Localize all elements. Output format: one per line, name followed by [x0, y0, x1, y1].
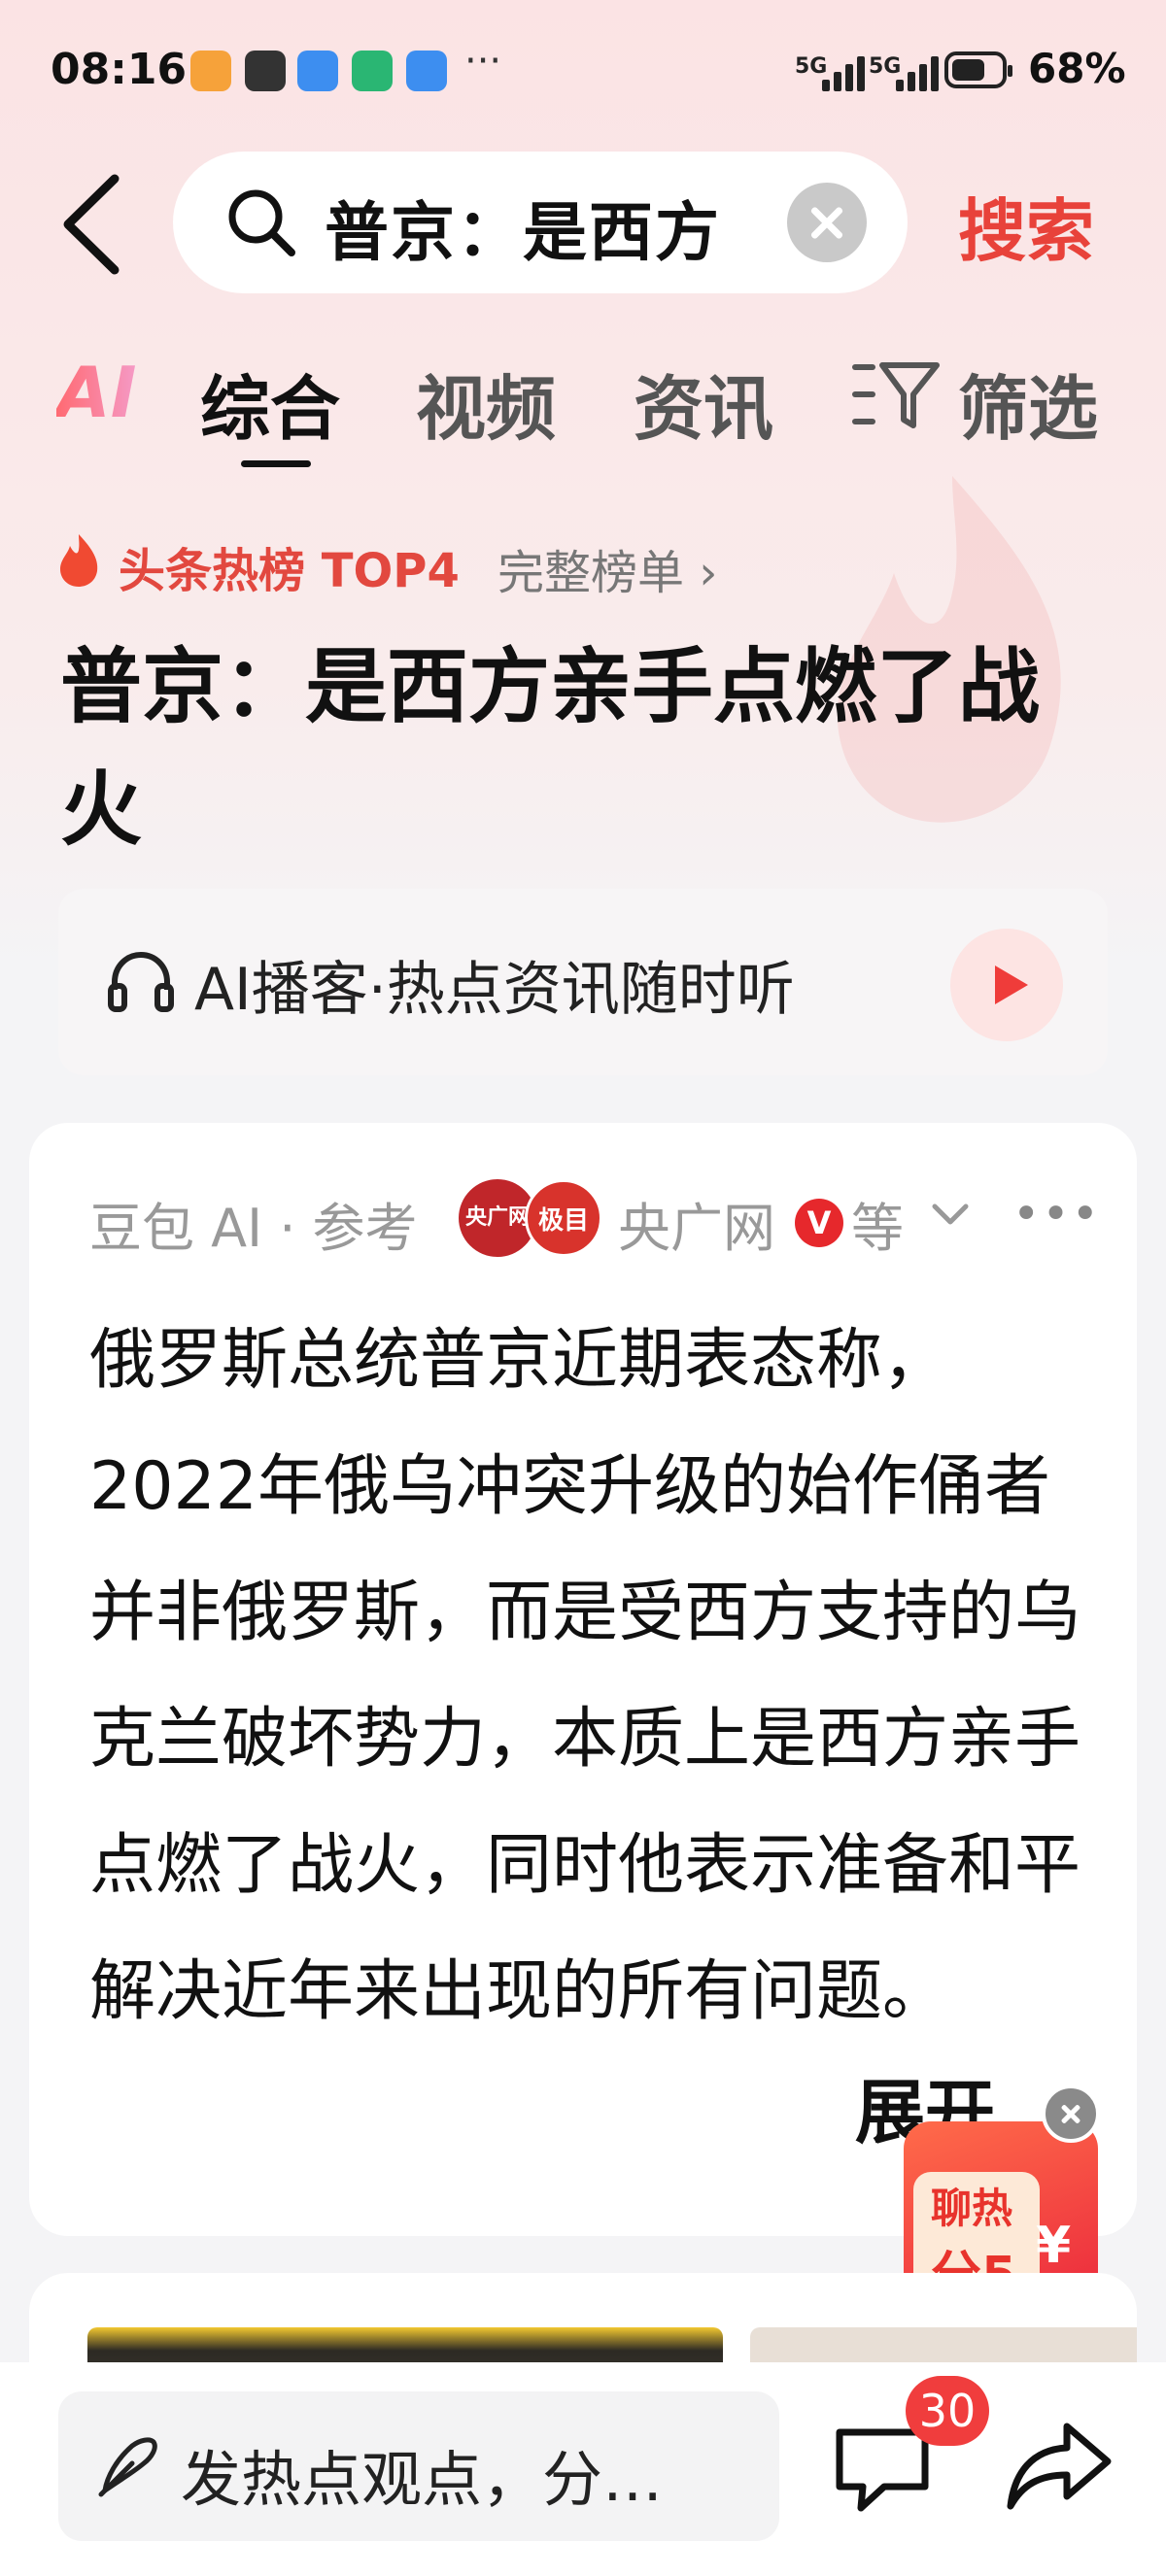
tab-video[interactable]: 视频 — [416, 352, 556, 454]
battery-percent: 68% — [1028, 45, 1126, 92]
chevron-down-icon[interactable] — [931, 1201, 970, 1230]
verified-badge-icon: V — [795, 1199, 843, 1247]
full-list-link[interactable]: 完整榜单 › — [497, 534, 717, 602]
status-bar: 08:16 ··· 5G 5G 68% — [0, 0, 1166, 146]
headphone-icon — [108, 951, 174, 1012]
battery-level — [952, 59, 984, 81]
tab-ai[interactable]: AI — [56, 352, 137, 433]
clear-search-button[interactable] — [787, 183, 867, 262]
app-notification-icon — [190, 51, 231, 91]
active-tab-indicator — [241, 460, 311, 467]
battery-icon — [944, 51, 1012, 88]
tab-news[interactable]: 资讯 — [634, 352, 773, 454]
jimu-logo[interactable]: 极目 — [525, 1179, 602, 1257]
play-button[interactable] — [950, 929, 1063, 1041]
browser-notification-icon — [297, 51, 338, 91]
tab-comprehensive[interactable]: 综合 — [200, 352, 340, 454]
comment-placeholder: 发热点观点，分… — [181, 2444, 664, 2515]
ai-source-label: 豆包 AI · 参考 — [89, 1198, 418, 1259]
page-title: 普京：是西方亲手点燃了战火 — [60, 639, 1041, 857]
promo-line1: 聊热 — [931, 2185, 1013, 2232]
search-icon — [228, 189, 295, 256]
status-time: 08:16 — [51, 45, 188, 94]
more-options-icon[interactable]: ••• — [1012, 1187, 1101, 1241]
pen-icon — [98, 2437, 157, 2497]
ai-summary-text: 俄罗斯总统普京近期表态称，2022年俄乌冲突升级的始作俑者并非俄罗斯，而是受西方… — [89, 1322, 1081, 2030]
share-icon[interactable] — [1005, 2417, 1114, 2514]
search-button[interactable]: 搜索 — [958, 177, 1094, 275]
upload-notification-icon — [245, 51, 286, 91]
ai-podcast-label: AI播客·热点资讯随时听 — [194, 956, 795, 1024]
more-sources-label[interactable]: 等 — [851, 1185, 904, 1262]
comment-count-badge: 30 — [906, 2376, 989, 2446]
mobile-app-notification-icon — [352, 51, 393, 91]
search-input[interactable]: 普京：是西方 — [325, 181, 721, 274]
hot-list-label: 头条热榜 TOP4 — [119, 544, 460, 598]
close-promo-button[interactable] — [1042, 2085, 1100, 2143]
browser-notification-icon-2 — [406, 51, 447, 91]
tab-filter[interactable]: 筛选 — [958, 352, 1098, 454]
more-notifications-icon: ··· — [464, 39, 502, 84]
flame-icon — [60, 534, 98, 587]
back-arrow-icon[interactable] — [56, 171, 124, 278]
filter-icon[interactable] — [851, 357, 941, 431]
yen-icon: ¥ — [1036, 2217, 1072, 2275]
publisher-name[interactable]: 央广网 — [618, 1185, 775, 1262]
